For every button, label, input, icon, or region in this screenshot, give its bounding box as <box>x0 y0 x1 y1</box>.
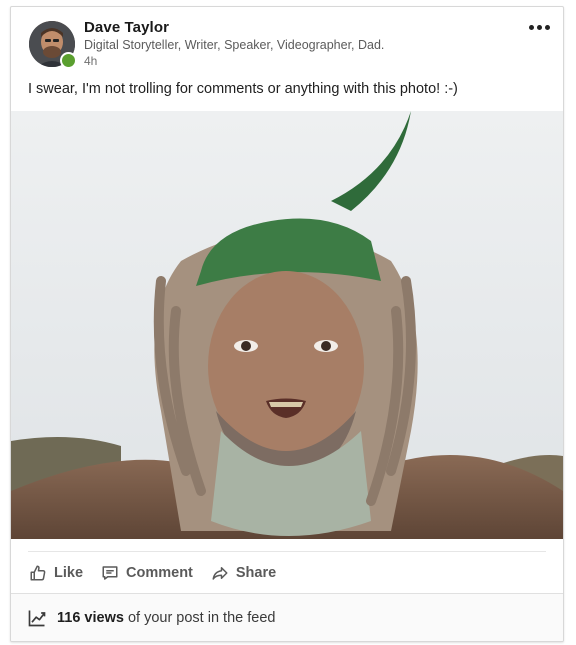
views-trend-icon-wrap <box>27 608 47 628</box>
selfie-photo-image <box>11 111 563 539</box>
social-actions-bar: Like Comment Share <box>11 555 563 591</box>
views-summary: 116 views of your post in the feed <box>57 610 275 626</box>
more-options-button[interactable] <box>525 17 553 37</box>
ellipsis-dot-icon <box>544 24 550 30</box>
trending-chart-icon <box>28 610 46 627</box>
ellipsis-dot-icon <box>536 24 542 30</box>
views-count: 116 views <box>57 610 124 626</box>
ellipsis-dot-icon <box>528 24 534 30</box>
actions-divider <box>28 551 546 552</box>
online-status-indicator <box>60 52 77 69</box>
share-button[interactable]: Share <box>211 564 276 582</box>
post-views-bar[interactable]: 116 views of your post in the feed <box>11 593 563 641</box>
post-timestamp: 4h <box>84 54 98 68</box>
author-headline: Digital Storyteller, Writer, Speaker, Vi… <box>84 38 385 52</box>
share-arrow-icon <box>212 567 228 580</box>
comment-button[interactable]: Comment <box>101 564 193 582</box>
comment-icon <box>102 566 118 580</box>
like-button[interactable]: Like <box>29 564 83 582</box>
like-label: Like <box>54 565 84 581</box>
comment-label: Comment <box>126 565 193 581</box>
views-suffix: of your post in the feed <box>123 610 276 626</box>
post-photo[interactable] <box>11 111 563 539</box>
post-text: I swear, I'm not trolling for comments o… <box>28 81 458 97</box>
share-label: Share <box>235 565 277 581</box>
feed-post-card: Dave Taylor Digital Storyteller, Writer,… <box>10 6 564 642</box>
thumbs-up-icon <box>30 565 46 581</box>
author-name[interactable]: Dave Taylor <box>84 19 169 36</box>
